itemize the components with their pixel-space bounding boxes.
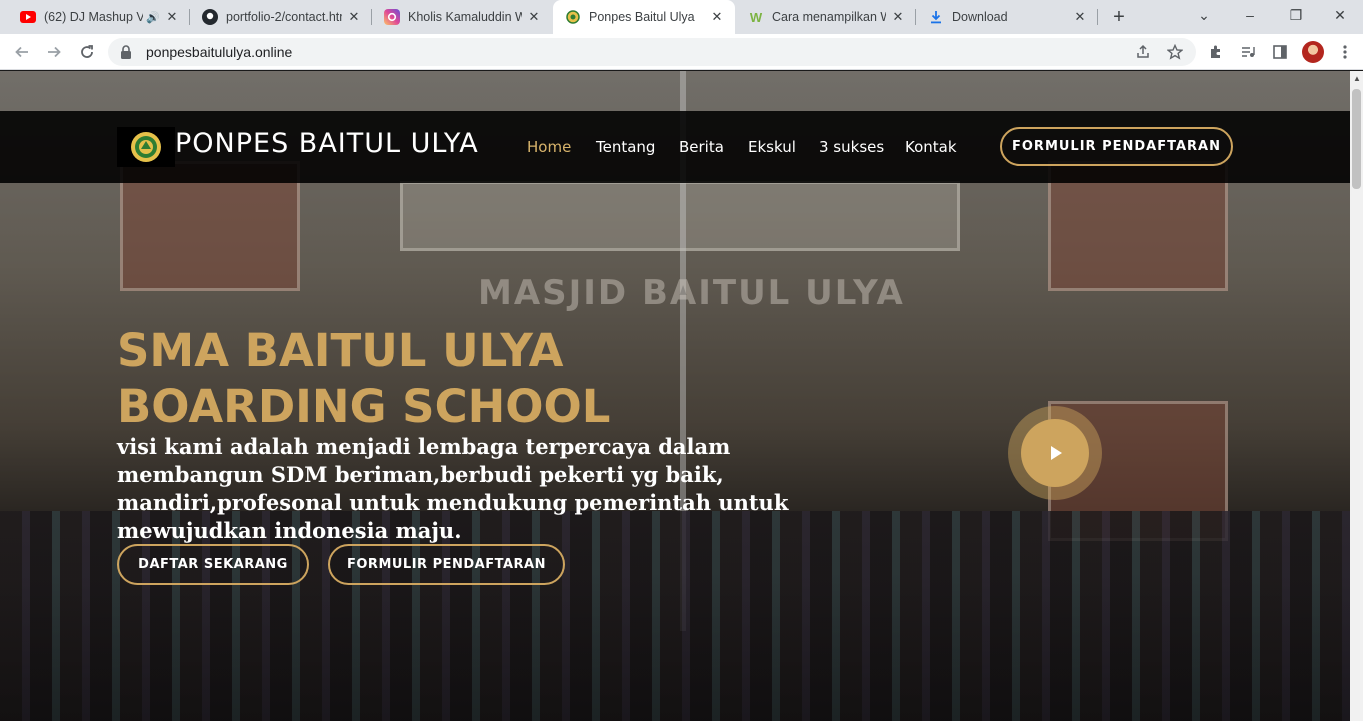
- page-viewport: MASJID BAITUL ULYA PONPES BAITUL ULYA Ho…: [0, 71, 1350, 721]
- close-tab-icon[interactable]: ✕: [164, 9, 180, 25]
- tab-github[interactable]: portfolio-2/contact.htm ✕: [190, 0, 372, 34]
- tab-ponpes[interactable]: Ponpes Baitul Ulya ✕: [553, 0, 735, 34]
- side-panel-icon[interactable]: [1267, 39, 1293, 65]
- site-navbar: PONPES BAITUL ULYA Home Tentang Berita E…: [0, 111, 1350, 183]
- new-tab-button[interactable]: +: [1107, 5, 1131, 29]
- play-icon: [1051, 446, 1062, 460]
- nav-kontak[interactable]: Kontak: [905, 138, 957, 156]
- tab-title: Download: [952, 10, 1008, 24]
- close-tab-icon[interactable]: ✕: [346, 9, 362, 25]
- close-tab-icon[interactable]: ✕: [890, 9, 906, 25]
- bookmark-star-icon[interactable]: [1164, 41, 1186, 63]
- github-icon: [202, 9, 218, 25]
- tab-download[interactable]: Download ✕: [916, 0, 1098, 34]
- hero-title: SMA BAITUL ULYA BOARDING SCHOOL: [117, 324, 611, 433]
- tab-title: Kholis Kamaluddin Wa: [408, 10, 522, 24]
- formulir-pendaftaran-nav-button[interactable]: FORMULIR PENDAFTARAN: [1000, 127, 1233, 166]
- lock-icon[interactable]: [120, 45, 134, 59]
- address-bar[interactable]: ponpesbaitululya.online: [108, 38, 1196, 66]
- daftar-sekarang-button[interactable]: DAFTAR SEKARANG: [117, 544, 309, 585]
- close-tab-icon[interactable]: ✕: [709, 9, 725, 25]
- hero-subtitle: visi kami adalah menjadi lembaga terperc…: [117, 434, 789, 543]
- tab-cara-menampilkan[interactable]: W Cara menampilkan We ✕: [736, 0, 916, 34]
- close-tab-icon[interactable]: ✕: [1072, 9, 1088, 25]
- brand-name[interactable]: PONPES BAITUL ULYA: [175, 128, 479, 159]
- close-tab-icon[interactable]: ✕: [526, 9, 542, 25]
- tab-title: Cara menampilkan We: [772, 10, 886, 24]
- tab-title: portfolio-2/contact.htm: [226, 10, 342, 24]
- site-logo-icon: [131, 132, 161, 162]
- mosque-sign: MASJID BAITUL ULYA: [478, 273, 905, 313]
- forward-icon[interactable]: [41, 39, 67, 65]
- back-icon[interactable]: [9, 39, 35, 65]
- nav-ekskul[interactable]: Ekskul: [748, 138, 796, 156]
- w-logo-icon: W: [749, 9, 763, 25]
- reload-icon[interactable]: [74, 39, 100, 65]
- url-text[interactable]: ponpesbaitululya.online: [146, 44, 292, 60]
- share-icon[interactable]: [1132, 41, 1154, 63]
- download-icon: [928, 9, 944, 25]
- tab-instagram[interactable]: Kholis Kamaluddin Wa ✕: [372, 0, 552, 34]
- profile-avatar[interactable]: [1302, 41, 1324, 63]
- youtube-icon: [20, 9, 36, 25]
- site-logo-icon: [565, 9, 581, 25]
- instagram-icon: [384, 9, 400, 25]
- formulir-pendaftaran-button[interactable]: FORMULIR PENDAFTARAN: [328, 544, 565, 585]
- nav-3-sukses[interactable]: 3 sukses: [819, 138, 884, 156]
- nav-tentang[interactable]: Tentang: [596, 138, 655, 156]
- restore-button[interactable]: ❐: [1273, 0, 1319, 30]
- browser-toolbar: ponpesbaitululya.online: [0, 34, 1363, 70]
- tab-title: (62) DJ Mashup V...: [44, 10, 144, 24]
- speaker-icon[interactable]: 🔊: [146, 11, 160, 24]
- close-window-button[interactable]: ✕: [1317, 0, 1363, 30]
- minimize-button[interactable]: –: [1227, 0, 1273, 30]
- nav-home[interactable]: Home: [527, 138, 571, 156]
- menu-kebab-icon[interactable]: [1332, 39, 1358, 65]
- tab-title: Ponpes Baitul Ulya: [589, 10, 695, 24]
- scrollbar-thumb[interactable]: [1352, 89, 1361, 189]
- play-video-button[interactable]: [1008, 406, 1102, 500]
- media-control-icon[interactable]: [1235, 39, 1261, 65]
- tab-search-icon[interactable]: ⌄: [1181, 0, 1227, 30]
- tab-youtube[interactable]: (62) DJ Mashup V... 🔊 ✕: [8, 0, 190, 34]
- extensions-icon[interactable]: [1203, 39, 1229, 65]
- tab-strip: (62) DJ Mashup V... 🔊 ✕ portfolio-2/cont…: [0, 0, 1363, 34]
- scroll-up-icon[interactable]: ▲: [1353, 74, 1361, 83]
- nav-berita[interactable]: Berita: [679, 138, 724, 156]
- site-logo[interactable]: [117, 127, 175, 167]
- page-scrollbar[interactable]: ▲: [1350, 71, 1363, 721]
